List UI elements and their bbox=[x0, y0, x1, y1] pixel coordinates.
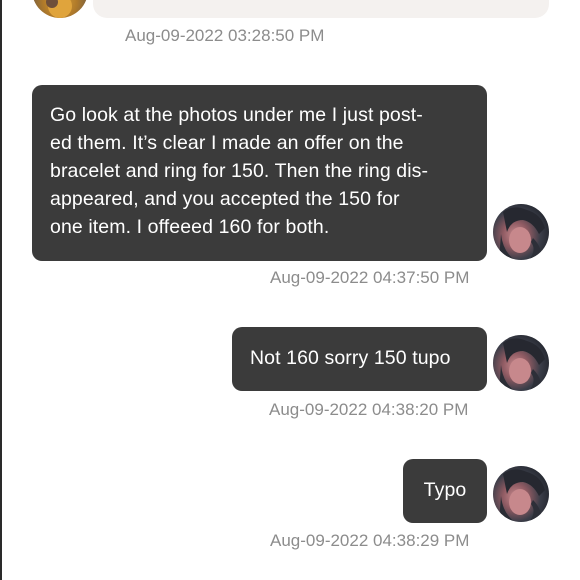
user-avatar[interactable] bbox=[493, 466, 549, 522]
avatar-image-icon bbox=[499, 207, 545, 260]
sent-message-bubble: Typo bbox=[403, 459, 487, 523]
other-user-avatar[interactable] bbox=[32, 0, 88, 18]
message-timestamp: Aug-09-2022 04:38:20 PM bbox=[269, 400, 469, 419]
received-message-bubble bbox=[93, 0, 549, 18]
message-timestamp: Aug-09-2022 03:28:50 PM bbox=[125, 26, 325, 45]
avatar-image-icon bbox=[46, 0, 72, 18]
window-edge bbox=[0, 0, 2, 580]
sent-message-bubble: Not 160 sorry 150 tupo bbox=[232, 327, 487, 391]
avatar-image-icon bbox=[499, 338, 545, 391]
sent-message-bubble: Go look at the photos under me I just po… bbox=[32, 85, 487, 261]
avatar-image-icon bbox=[499, 469, 545, 522]
user-avatar[interactable] bbox=[493, 204, 549, 260]
user-avatar[interactable] bbox=[493, 335, 549, 391]
message-timestamp: Aug-09-2022 04:37:50 PM bbox=[270, 268, 470, 287]
message-timestamp: Aug-09-2022 04:38:29 PM bbox=[270, 531, 470, 550]
